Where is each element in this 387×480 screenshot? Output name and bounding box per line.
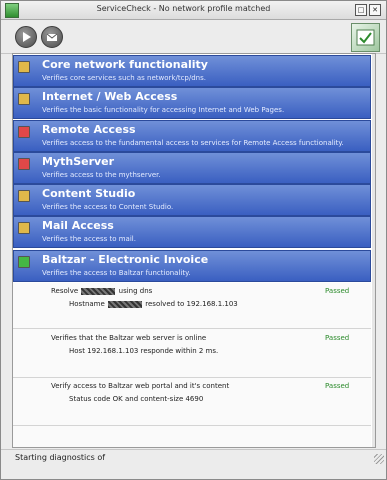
group-description: Verifies access to the mythserver. — [42, 171, 161, 179]
run-button[interactable] — [15, 26, 37, 48]
app-icon — [5, 3, 19, 18]
divider — [13, 328, 371, 329]
divider — [13, 425, 371, 426]
baltzar-checks: Resolve using dns Passed Hostname resolv… — [13, 283, 371, 447]
toolbar — [1, 20, 386, 54]
status-square-icon — [18, 126, 30, 138]
group-name: Internet / Web Access — [42, 90, 178, 103]
group-description: Verifies the access to Content Studio. — [42, 203, 174, 211]
app-logo — [351, 23, 380, 52]
group-name: Core network functionality — [42, 58, 208, 71]
check-title: Resolve using dns — [51, 287, 153, 295]
group-description: Verifies the access to Baltzar functiona… — [42, 269, 191, 277]
divider — [13, 377, 371, 378]
group-description: Verifies the basic functionality for acc… — [42, 106, 285, 114]
status-square-icon — [18, 93, 30, 105]
check-title: Verify access to Baltzar web portal and … — [51, 382, 230, 390]
group-description: Verifies access to the fundamental acces… — [42, 139, 344, 147]
group-name: Content Studio — [42, 187, 136, 200]
group-header[interactable]: MythServer Verifies access to the mythser… — [13, 152, 371, 184]
window-title: ServiceCheck - No network profile matche… — [96, 4, 271, 13]
resize-grip[interactable] — [374, 454, 384, 464]
status-square-icon — [18, 61, 30, 73]
status-square-icon — [18, 222, 30, 234]
title-bar[interactable]: ServiceCheck - No network profile matche… — [1, 1, 386, 20]
checks-panel: Core network functionality Verifies core … — [12, 53, 376, 448]
group-header[interactable]: Baltzar - Electronic Invoice Verifies the… — [13, 250, 371, 282]
check-detail: Status code OK and content-size 4690 — [69, 395, 204, 403]
main-window: ServiceCheck - No network profile matche… — [0, 0, 387, 480]
email-button[interactable] — [41, 26, 63, 48]
scrollbar[interactable] — [372, 54, 375, 447]
group-header[interactable]: Content Studio Verifies the access to Con… — [13, 184, 371, 216]
redacted-hostname — [81, 287, 116, 295]
check-status: Passed — [325, 382, 350, 390]
check-status: Passed — [325, 287, 350, 295]
status-text: Starting diagnostics of — [15, 453, 106, 462]
status-square-icon — [18, 256, 30, 268]
group-header[interactable]: Remote Access Verifies access to the fund… — [13, 120, 371, 152]
email-icon — [46, 33, 58, 41]
group-name: MythServer — [42, 155, 115, 168]
group-description: Verifies core services such as network/t… — [42, 74, 206, 82]
group-header[interactable]: Core network functionality Verifies core … — [13, 55, 371, 87]
check-title: Verifies that the Baltzar web server is … — [51, 334, 207, 342]
group-name: Remote Access — [42, 123, 136, 136]
status-square-icon — [18, 158, 30, 170]
check-detail: Host 192.168.1.103 responde within 2 ms. — [69, 347, 219, 355]
close-button[interactable]: ✕ — [369, 4, 381, 16]
check-detail: Hostname resolved to 192.168.1.103 — [69, 300, 238, 308]
group-header[interactable]: Internet / Web Access Verifies the basic … — [13, 87, 371, 119]
play-icon — [23, 32, 31, 42]
check-status: Passed — [325, 334, 350, 342]
status-square-icon — [18, 190, 30, 202]
group-description: Verifies the access to mail. — [42, 235, 136, 243]
group-name: Mail Access — [42, 219, 114, 232]
group-name: Baltzar - Electronic Invoice — [42, 253, 209, 266]
group-header[interactable]: Mail Access Verifies the access to mail. — [13, 216, 371, 248]
minimize-button[interactable]: □ — [355, 4, 367, 16]
status-bar: Starting diagnostics of — [1, 449, 386, 466]
redacted-hostname — [108, 300, 143, 308]
